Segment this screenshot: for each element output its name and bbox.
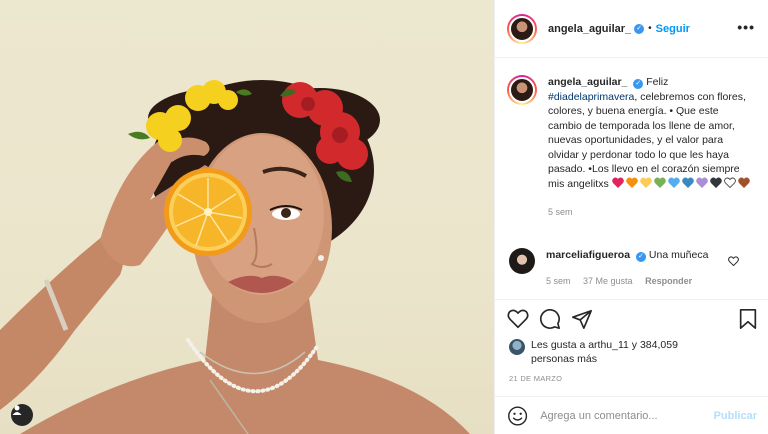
- follow-button[interactable]: Seguir: [656, 23, 690, 35]
- post-date[interactable]: 21 DE MARZO: [509, 374, 562, 383]
- user-tag-glyph: [12, 405, 22, 415]
- heart-emoji-icon: [667, 177, 680, 188]
- verified-badge-icon: ✓: [633, 79, 644, 89]
- heart-emoji-icon: [639, 177, 652, 188]
- verified-badge-icon: ✓: [635, 252, 646, 262]
- header-separator: •: [648, 23, 652, 34]
- post-actions: [507, 308, 593, 332]
- heart-emoji-icon: [737, 177, 750, 188]
- comment-icon[interactable]: [539, 308, 561, 330]
- verified-badge-icon: ✓: [634, 23, 645, 34]
- post-photo-image: [0, 80, 470, 434]
- caption-heart-emojis: [611, 177, 752, 192]
- heart-icon[interactable]: [507, 308, 529, 330]
- post-actions-area: Les gusta a arthu_11 y 384,059 personas …: [495, 299, 768, 396]
- heart-emoji-icon: [653, 177, 666, 188]
- heart-emoji-icon: [625, 177, 638, 188]
- caption-hashtag-link[interactable]: #diadelaprimavera: [548, 91, 634, 103]
- emoji-icon[interactable]: [507, 405, 528, 427]
- post-side-panel: angela_aguilar_ ✓ • Seguir ••• angela_ag…: [494, 0, 768, 434]
- likes-text[interactable]: Les gusta a arthu_11 y 384,059 personas …: [531, 338, 691, 366]
- heart-emoji-icon: [611, 177, 624, 188]
- caption-time[interactable]: 5 sem: [548, 205, 753, 220]
- more-options-icon[interactable]: •••: [737, 19, 755, 35]
- comment-time[interactable]: 5 sem: [546, 276, 571, 286]
- post-photo[interactable]: [0, 0, 494, 434]
- likes-summary[interactable]: Les gusta a arthu_11 y 384,059 personas …: [509, 338, 691, 366]
- comment-item: marceliafigueroa ✓ Una muñeca 5 sem 37 M…: [507, 248, 757, 288]
- save-button[interactable]: [737, 308, 759, 335]
- commenter-username[interactable]: marceliafigueroa: [546, 249, 630, 261]
- comment-input[interactable]: [540, 409, 714, 422]
- publish-button[interactable]: Publicar: [714, 410, 757, 422]
- comments-list: angela_aguilar_ ✓ Feliz #diadelaprimaver…: [495, 59, 768, 299]
- post-header: angela_aguilar_ ✓ • Seguir •••: [495, 0, 768, 58]
- liker-avatar[interactable]: [509, 339, 525, 355]
- caption-intro: Feliz: [646, 76, 669, 88]
- comment-heart-icon[interactable]: [728, 256, 739, 266]
- heart-emoji-icon: [723, 177, 736, 188]
- author-avatar[interactable]: [507, 13, 537, 44]
- bookmark-icon: [739, 309, 757, 329]
- commenter-avatar[interactable]: [509, 248, 535, 274]
- heart-emoji-icon: [695, 177, 708, 188]
- caption-body: angela_aguilar_ ✓ Feliz #diadelaprimaver…: [548, 75, 753, 220]
- caption-username[interactable]: angela_aguilar_: [548, 76, 627, 88]
- heart-emoji-icon: [681, 177, 694, 188]
- heart-emoji-icon: [709, 177, 722, 188]
- caption-avatar[interactable]: [507, 75, 537, 105]
- user-tag-icon[interactable]: [11, 404, 33, 426]
- post-caption: angela_aguilar_ ✓ Feliz #diadelaprimaver…: [507, 75, 757, 220]
- share-icon[interactable]: [571, 308, 593, 330]
- comment-text: Una muñeca: [648, 249, 709, 261]
- comment-likes[interactable]: 37 Me gusta: [583, 276, 633, 286]
- author-username[interactable]: angela_aguilar_: [548, 23, 631, 35]
- comment-meta: 5 sem 37 Me gusta Responder: [546, 274, 736, 288]
- add-comment-bar: Publicar: [495, 396, 768, 434]
- caption-text: , celebremos con flores, colores, y buen…: [548, 90, 746, 190]
- reply-button[interactable]: Responder: [645, 276, 692, 286]
- comment-body: marceliafigueroa ✓ Una muñeca 5 sem 37 M…: [546, 248, 736, 288]
